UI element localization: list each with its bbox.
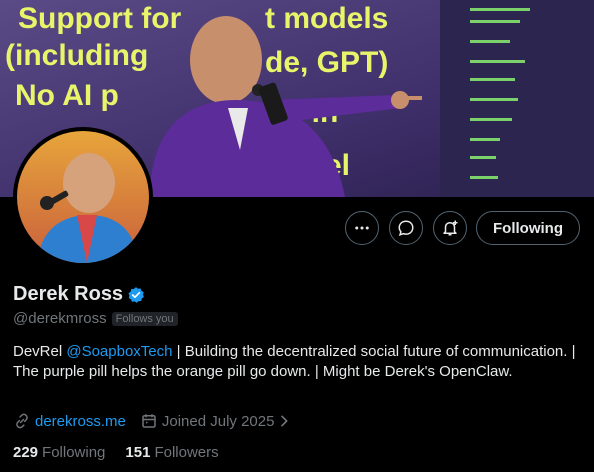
svg-text:de, GPT): de, GPT) [265, 46, 388, 79]
notification-button[interactable] [433, 211, 467, 245]
website-link[interactable]: derekross.me [35, 413, 126, 430]
joined-date: Joined July 2025 [161, 412, 275, 430]
notification-bell-icon [443, 220, 458, 236]
followers-count: 151 [125, 444, 151, 461]
avatar-image [17, 131, 149, 263]
following-label: Following [42, 444, 106, 461]
following-button[interactable]: Following [476, 211, 580, 245]
more-icon [355, 226, 369, 230]
following-count: 229 [13, 444, 39, 461]
joined-item: Joined July 2025 [140, 412, 293, 430]
message-icon [398, 220, 414, 236]
more-button[interactable] [345, 211, 379, 245]
profile-name-row: Derek Ross [13, 283, 145, 306]
profile-stats-row: 229 Following 151 Followers [13, 444, 219, 461]
username-handle: @derekmross [13, 310, 107, 327]
followers-stat[interactable]: 151 Followers [125, 444, 218, 461]
chevron-right-icon[interactable] [276, 413, 292, 429]
svg-text:Support for: Support for [18, 2, 182, 35]
profile-meta-row: derekross.me Joined July 2025 [13, 412, 292, 430]
handle-row: @derekmross Follows you [13, 310, 178, 327]
svg-text:(including: (including [5, 39, 148, 72]
followers-label: Followers [154, 444, 219, 461]
bio-text-prefix: DevRel [13, 343, 67, 360]
display-name: Derek Ross [13, 283, 124, 305]
svg-text:t models: t models [265, 2, 388, 35]
verified-badge-icon[interactable] [127, 286, 145, 304]
calendar-icon [142, 414, 156, 428]
message-button[interactable] [389, 211, 423, 245]
website-item: derekross.me [13, 412, 126, 430]
svg-text:No AI p: No AI p [15, 79, 119, 112]
link-icon [16, 413, 28, 429]
following-stat[interactable]: 229 Following [13, 444, 105, 461]
bio-mention-link[interactable]: @SoapboxTech [66, 343, 172, 360]
follows-you-badge: Follows you [111, 311, 178, 326]
profile-bio: DevRel @SoapboxTech | Building the decen… [13, 342, 578, 382]
profile-avatar[interactable] [13, 127, 153, 267]
